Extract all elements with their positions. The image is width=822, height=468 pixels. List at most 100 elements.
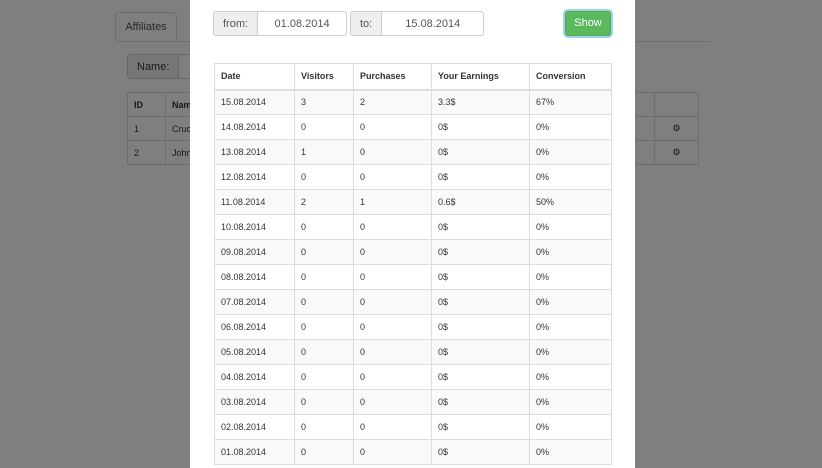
table-row: 11.08.2014 2 1 0.6$ 50% (214, 189, 612, 215)
visitors-cell: 0 (294, 164, 354, 190)
date-cell: 08.08.2014 (214, 264, 295, 290)
date-cell: 09.08.2014 (214, 239, 295, 265)
purchases-cell: 0 (353, 314, 432, 340)
earnings-cell: 0$ (431, 139, 530, 165)
visitors-cell: 0 (294, 264, 354, 290)
table-row: 03.08.2014 0 0 0$ 0% (214, 389, 612, 415)
visitors-cell: 1 (294, 139, 354, 165)
date-cell: 15.08.2014 (214, 89, 295, 115)
conversion-cell: 0% (529, 239, 612, 265)
purchases-cell: 0 (353, 439, 432, 465)
purchases-cell: 0 (353, 264, 432, 290)
table-row: 07.08.2014 0 0 0$ 0% (214, 289, 612, 315)
to-label: to: (350, 11, 383, 36)
purchases-cell: 0 (353, 414, 432, 440)
table-row: 05.08.2014 0 0 0$ 0% (214, 339, 612, 365)
column-header-visitors: Visitors (294, 63, 354, 91)
conversion-cell: 0% (529, 214, 612, 240)
purchases-cell: 1 (353, 189, 432, 215)
table-row: 15.08.2014 3 2 3.3$ 67% (214, 89, 612, 115)
table-row: 04.08.2014 0 0 0$ 0% (214, 364, 612, 390)
visitors-cell: 2 (294, 189, 354, 215)
to-date-input[interactable]: 15.08.2014 (382, 11, 485, 36)
earnings-cell: 0$ (431, 314, 530, 340)
table-row: 09.08.2014 0 0 0$ 0% (214, 239, 612, 265)
conversion-cell: 0% (529, 364, 612, 390)
show-button[interactable]: Show (565, 11, 611, 36)
conversion-cell: 0% (529, 314, 612, 340)
table-row: 08.08.2014 0 0 0$ 0% (214, 264, 612, 290)
earnings-cell: 0$ (431, 414, 530, 440)
conversion-cell: 50% (529, 189, 612, 215)
column-header-conversion: Conversion (529, 63, 612, 91)
column-header-purchases: Purchases (353, 63, 432, 91)
visitors-cell: 3 (294, 89, 354, 115)
table-row: 01.08.2014 0 0 0$ 0% (214, 439, 612, 465)
conversion-cell: 0% (529, 339, 612, 365)
purchases-cell: 0 (353, 389, 432, 415)
conversion-cell: 0% (529, 264, 612, 290)
date-cell: 06.08.2014 (214, 314, 295, 340)
conversion-cell: 0% (529, 439, 612, 465)
from-date-group: from: 01.08.2014 (213, 11, 348, 36)
earnings-cell: 0.6$ (431, 189, 530, 215)
to-date-group: to: 15.08.2014 (350, 11, 485, 36)
stats-body: 15.08.2014 3 2 3.3$ 67% 14.08.2014 0 0 0$ 0% 13.08… (214, 89, 612, 465)
date-cell: 11.08.2014 (214, 189, 295, 215)
visitors-cell: 0 (294, 114, 354, 140)
visitors-cell: 0 (294, 439, 354, 465)
visitors-cell: 0 (294, 389, 354, 415)
visitors-cell: 0 (294, 289, 354, 315)
date-cell: 13.08.2014 (214, 139, 295, 165)
earnings-cell: 0$ (431, 339, 530, 365)
visitors-cell: 0 (294, 239, 354, 265)
table-row: 02.08.2014 0 0 0$ 0% (214, 414, 612, 440)
earnings-cell: 0$ (431, 164, 530, 190)
earnings-cell: 0$ (431, 214, 530, 240)
date-cell: 07.08.2014 (214, 289, 295, 315)
conversion-cell: 0% (529, 389, 612, 415)
date-cell: 14.08.2014 (214, 114, 295, 140)
stats-modal: from: 01.08.2014 to: 15.08.2014 Show Dat… (190, 0, 635, 468)
purchases-cell: 0 (353, 114, 432, 140)
column-header-date: Date (214, 63, 295, 91)
purchases-cell: 0 (353, 239, 432, 265)
stats-table: Date Visitors Purchases Your Earnings Co… (214, 63, 612, 465)
date-cell: 10.08.2014 (214, 214, 295, 240)
date-cell: 12.08.2014 (214, 164, 295, 190)
from-date-input[interactable]: 01.08.2014 (258, 11, 348, 36)
earnings-cell: 0$ (431, 239, 530, 265)
table-row: 06.08.2014 0 0 0$ 0% (214, 314, 612, 340)
conversion-cell: 0% (529, 164, 612, 190)
date-cell: 04.08.2014 (214, 364, 295, 390)
table-row: 10.08.2014 0 0 0$ 0% (214, 214, 612, 240)
conversion-cell: 67% (529, 89, 612, 115)
visitors-cell: 0 (294, 314, 354, 340)
conversion-cell: 0% (529, 414, 612, 440)
table-row: 12.08.2014 0 0 0$ 0% (214, 164, 612, 190)
purchases-cell: 2 (353, 89, 432, 115)
conversion-cell: 0% (529, 139, 612, 165)
table-row: 13.08.2014 1 0 0$ 0% (214, 139, 612, 165)
date-cell: 03.08.2014 (214, 389, 295, 415)
purchases-cell: 0 (353, 164, 432, 190)
from-label: from: (213, 11, 259, 36)
earnings-cell: 0$ (431, 389, 530, 415)
purchases-cell: 0 (353, 139, 432, 165)
conversion-cell: 0% (529, 114, 612, 140)
date-cell: 01.08.2014 (214, 439, 295, 465)
purchases-cell: 0 (353, 364, 432, 390)
date-cell: 02.08.2014 (214, 414, 295, 440)
earnings-cell: 0$ (431, 264, 530, 290)
date-cell: 05.08.2014 (214, 339, 295, 365)
visitors-cell: 0 (294, 339, 354, 365)
purchases-cell: 0 (353, 289, 432, 315)
earnings-cell: 3.3$ (431, 89, 530, 115)
conversion-cell: 0% (529, 289, 612, 315)
table-row: 14.08.2014 0 0 0$ 0% (214, 114, 612, 140)
earnings-cell: 0$ (431, 289, 530, 315)
earnings-cell: 0$ (431, 364, 530, 390)
visitors-cell: 0 (294, 214, 354, 240)
purchases-cell: 0 (353, 214, 432, 240)
visitors-cell: 0 (294, 414, 354, 440)
